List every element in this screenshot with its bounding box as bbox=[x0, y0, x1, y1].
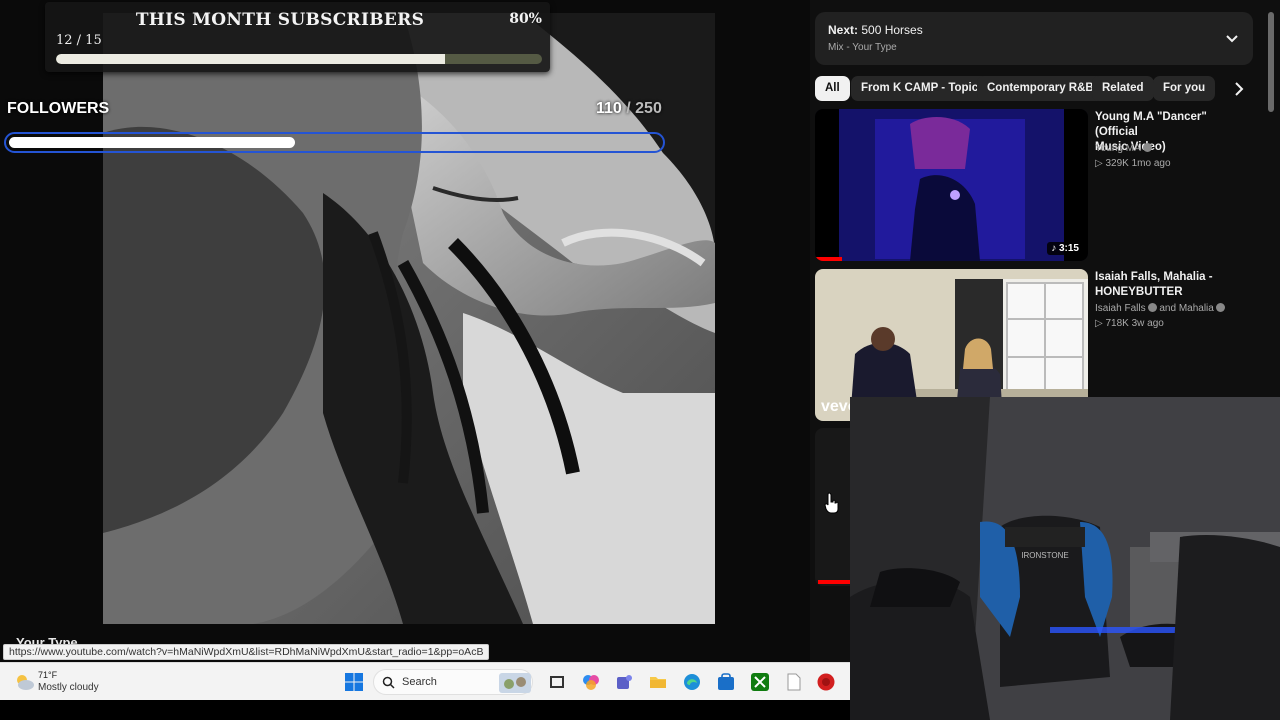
windows-taskbar: 71°F Mostly cloudy Search bbox=[0, 662, 850, 700]
webcam-overlay: IRONSTONE bbox=[850, 397, 1280, 720]
xbox-icon[interactable] bbox=[750, 672, 770, 692]
notepad-icon[interactable] bbox=[784, 672, 804, 692]
up-next-title: 500 Horses bbox=[861, 23, 923, 37]
followers-progress-bar bbox=[4, 132, 665, 153]
video-channel[interactable]: Young MA bbox=[1095, 143, 1152, 154]
video-title-line: Isaiah Falls, Mahalia - bbox=[1095, 271, 1213, 283]
screen-bottom-edge bbox=[0, 700, 850, 720]
chip-all[interactable]: All bbox=[815, 76, 850, 101]
chip-for-you[interactable]: For you bbox=[1153, 76, 1216, 101]
screen: Your Type THIS MONTH SUBSCRIBERS 12 / 15… bbox=[0, 0, 1280, 720]
sidebar-scrollbar[interactable] bbox=[1268, 12, 1274, 112]
cloudy-weather-icon[interactable] bbox=[13, 672, 35, 692]
chip-from-k-camp[interactable]: From K CAMP - Topic bbox=[851, 76, 989, 101]
watched-progress bbox=[815, 257, 843, 261]
up-next-panel[interactable]: Next: 500 Horses Mix - Your Type bbox=[815, 12, 1253, 65]
up-next-label: Next: 500 Horses bbox=[828, 23, 923, 37]
search-placeholder: Search bbox=[402, 676, 437, 688]
file-explorer-icon[interactable] bbox=[648, 672, 668, 692]
webcam-image: IRONSTONE bbox=[850, 397, 1280, 720]
subscriber-goal-overlay: THIS MONTH SUBSCRIBERS 12 / 15 80% bbox=[45, 2, 550, 72]
verified-icon bbox=[1147, 303, 1157, 312]
copilot-icon[interactable] bbox=[581, 672, 601, 692]
search-icon bbox=[382, 676, 395, 689]
video-title-line: HONEYBUTTER bbox=[1095, 286, 1183, 298]
windows-start-icon[interactable] bbox=[344, 672, 364, 692]
weather-description: Mostly cloudy bbox=[38, 682, 99, 693]
teams-icon[interactable] bbox=[614, 672, 634, 692]
chevron-down-icon[interactable] bbox=[1223, 29, 1241, 47]
video-meta: ▷ 718K 3w ago bbox=[1095, 318, 1164, 329]
followers-current: 110 bbox=[596, 100, 622, 117]
followers-label: FOLLOWERS bbox=[7, 100, 110, 117]
subscriber-goal-bar bbox=[56, 54, 542, 64]
chip-contemporary-rnb[interactable]: Contemporary R&B bbox=[977, 76, 1104, 101]
video-title[interactable]: Isaiah Falls, Mahalia - HONEYBUTTER bbox=[1095, 270, 1245, 300]
verified-icon bbox=[1215, 303, 1225, 312]
svg-text:IRONSTONE: IRONSTONE bbox=[1021, 551, 1068, 560]
video-player[interactable]: Your Type bbox=[0, 0, 810, 662]
subscriber-goal-percent: 80% bbox=[509, 11, 542, 27]
recording-app-icon[interactable] bbox=[816, 672, 836, 692]
verified-icon bbox=[1142, 143, 1152, 152]
up-next-subtitle: Mix - Your Type bbox=[828, 42, 897, 53]
followers-goal: 250 bbox=[635, 100, 662, 117]
weather-temperature: 71°F bbox=[38, 670, 58, 680]
video-title-line: Young M.A "Dancer" (Official bbox=[1095, 111, 1207, 138]
hand-cursor-icon bbox=[824, 492, 839, 514]
status-bar-url: https://www.youtube.com/watch?v=hMaNiWpd… bbox=[3, 644, 490, 660]
store-icon[interactable] bbox=[716, 672, 736, 692]
subscriber-goal-fill bbox=[56, 54, 445, 64]
video-channel[interactable]: Isaiah Falls and Mahalia bbox=[1095, 303, 1225, 314]
chip-related[interactable]: Related bbox=[1092, 76, 1154, 101]
channel-extra: and Mahalia bbox=[1159, 303, 1214, 314]
subscriber-goal-title: THIS MONTH SUBSCRIBERS bbox=[135, 10, 425, 30]
up-next-prefix: Next: bbox=[828, 23, 859, 37]
taskbar-search[interactable]: Search bbox=[373, 669, 533, 695]
task-view-icon[interactable] bbox=[547, 672, 567, 692]
video-duration: ♪ 3:15 bbox=[1047, 242, 1083, 255]
channel-name: Isaiah Falls bbox=[1095, 303, 1146, 314]
followers-progress-fill bbox=[9, 137, 296, 148]
edge-browser-icon[interactable] bbox=[682, 672, 702, 692]
followers-separator: / bbox=[621, 100, 636, 117]
thumbnail-image bbox=[815, 109, 1088, 261]
search-highlight-icon bbox=[499, 673, 531, 693]
watched-progress bbox=[818, 580, 850, 584]
chevron-right-icon[interactable] bbox=[1228, 78, 1250, 100]
video-thumbnail[interactable]: ♪ 3:15 bbox=[815, 109, 1088, 261]
video-meta: ▷ 329K 1mo ago bbox=[1095, 158, 1171, 169]
subscriber-goal-count: 12 / 15 bbox=[56, 33, 102, 48]
channel-name: Young MA bbox=[1095, 143, 1141, 154]
followers-count: 110 / 250 bbox=[596, 100, 662, 118]
filter-chips: All From K CAMP - Topic Contemporary R&B… bbox=[815, 76, 1253, 101]
